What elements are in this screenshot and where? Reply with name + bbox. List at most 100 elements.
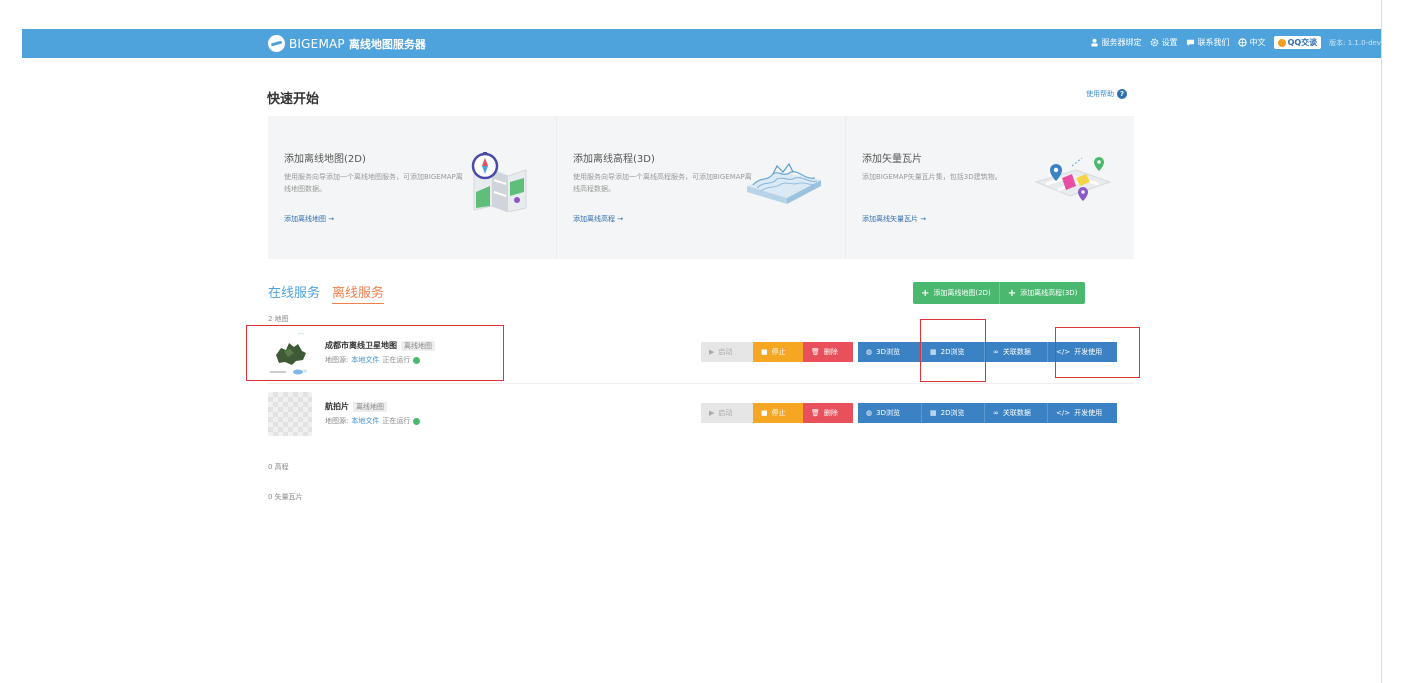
compass-map-icon xyxy=(471,152,527,212)
nav-server-bind-label: 服务器绑定 xyxy=(1101,38,1142,47)
stop-icon: ■ xyxy=(761,409,768,417)
gear-icon xyxy=(1150,38,1158,47)
stop-label: 停止 xyxy=(771,409,786,417)
list-item: 航拍片 离线地图 地图源: 本地文件 正在运行 ▶ 启动 ■ 停止 🗑 删除 ◍… xyxy=(268,392,1134,436)
status-running-icon xyxy=(413,417,421,425)
play-icon: ▶ xyxy=(709,409,715,417)
plus-icon: + xyxy=(921,287,930,299)
delete-button[interactable]: 🗑 删除 xyxy=(803,342,853,362)
question-icon: ? xyxy=(1117,89,1127,99)
source-label: 地图源: xyxy=(325,417,349,425)
help-link[interactable]: 使用帮助 ? xyxy=(1086,89,1127,99)
preview-3d-button[interactable]: ◍ 3D浏览 xyxy=(858,403,921,423)
add-map-button[interactable]: + 添加离线地图(2D) xyxy=(913,282,999,304)
top-nav: 服务器绑定 设置 联系我们 中文 QQ交谈 版本: 1.1.0-dev xyxy=(1090,36,1381,49)
elevation-count: 0 高程 xyxy=(268,463,289,471)
preview-3d-label: 3D浏览 xyxy=(876,409,900,417)
tab-offline[interactable]: 离线服务 xyxy=(332,282,385,304)
related-data-button[interactable]: ∞ 关联数据 xyxy=(984,403,1047,423)
trash-icon: 🗑 xyxy=(811,409,820,417)
nav-language[interactable]: 中文 xyxy=(1237,37,1266,48)
service-name-text: 航拍片 xyxy=(325,402,349,411)
delete-button[interactable]: 🗑 删除 xyxy=(803,403,853,423)
qq-icon xyxy=(1277,38,1286,47)
vector-count: 0 矢量瓦片 xyxy=(268,493,303,501)
globe-icon xyxy=(1237,38,1247,47)
nav-contact-label: 联系我们 xyxy=(1197,38,1230,47)
stop-button[interactable]: ■ 停止 xyxy=(753,403,803,423)
card-desc: 使用服务向导添加一个离线地图服务，可添加BIGEMAP离线地图数据。 xyxy=(284,173,463,193)
globe-icon: ◍ xyxy=(866,409,873,417)
top-bar: BIGEMAP 离线地图服务器 服务器绑定 设置 联系我们 中文 QQ交谈 版本… xyxy=(22,29,1381,58)
logo-product: 离线地图服务器 xyxy=(348,37,426,51)
add-vector-link[interactable]: 添加离线矢量瓦片 → xyxy=(862,214,926,224)
link-icon: ∞ xyxy=(993,409,999,417)
page: BIGEMAP 离线地图服务器 服务器绑定 设置 联系我们 中文 QQ交谈 版本… xyxy=(0,0,1407,683)
stop-icon: ■ xyxy=(761,348,768,356)
chat-icon xyxy=(1186,39,1194,47)
map-icon: ▦ xyxy=(930,409,937,417)
code-icon: </> xyxy=(1056,409,1071,417)
service-name: 航拍片 离线地图 xyxy=(325,401,387,412)
related-data-label: 关联数据 xyxy=(1002,348,1031,356)
tab-online[interactable]: 在线服务 xyxy=(268,282,320,304)
plus-icon: + xyxy=(1007,287,1017,299)
service-meta: 地图源: 本地文件 正在运行 xyxy=(325,416,421,426)
nav-settings-label: 设置 xyxy=(1161,38,1178,47)
add-elevation-label: 添加离线高程(3D) xyxy=(1020,289,1078,297)
preview-3d-label: 3D浏览 xyxy=(876,348,900,356)
help-label: 使用帮助 xyxy=(1086,90,1114,98)
blank-thumbnail xyxy=(268,392,312,436)
qq-chat-button[interactable]: QQ交谈 xyxy=(1273,36,1322,49)
add-map-link[interactable]: 添加离线地图 → xyxy=(284,214,334,224)
start-button[interactable]: ▶ 启动 xyxy=(701,342,753,362)
start-label: 启动 xyxy=(718,409,733,417)
source-link[interactable]: 本地文件 xyxy=(351,416,379,426)
highlight-box-service-row xyxy=(246,325,504,381)
nav-contact[interactable]: 联系我们 xyxy=(1186,37,1230,48)
card-add-elevation: 添加离线高程(3D) 使用服务向导添加一个离线高程服务，可添加BIGEMAP离线… xyxy=(557,116,846,259)
quick-start-cards: 添加离线地图(2D) 使用服务向导添加一个离线地图服务，可添加BIGEMAP离线… xyxy=(268,116,1134,259)
card-add-vector: 添加矢量瓦片 添加BIGEMAP矢量瓦片集，包括3D建筑物。 添加离线矢量瓦片 … xyxy=(846,116,1134,259)
page-title: 快速开始 xyxy=(267,92,320,107)
add-elevation-button[interactable]: + 添加离线高程(3D) xyxy=(998,282,1086,304)
trash-icon: 🗑 xyxy=(811,348,820,356)
nav-settings[interactable]: 设置 xyxy=(1150,37,1178,48)
status-text: 正在运行 xyxy=(382,417,411,425)
highlight-box-dev-use xyxy=(1055,327,1140,378)
qq-chat-label: QQ交谈 xyxy=(1287,38,1318,47)
row-divider xyxy=(268,383,1134,384)
add-map-label: 添加离线地图(2D) xyxy=(933,289,991,297)
related-data-button[interactable]: ∞ 关联数据 xyxy=(984,342,1047,362)
nav-server-bind[interactable]: 服务器绑定 xyxy=(1090,37,1142,48)
start-button[interactable]: ▶ 启动 xyxy=(701,403,753,423)
preview-2d-button[interactable]: ▦ 2D浏览 xyxy=(921,403,984,423)
service-tag: 离线地图 xyxy=(353,401,387,412)
user-bind-icon xyxy=(1090,38,1098,47)
stop-label: 停止 xyxy=(771,348,786,356)
window-edge-left xyxy=(0,0,22,683)
preview-3d-button[interactable]: ◍ 3D浏览 xyxy=(858,342,921,362)
card-desc: 使用服务向导添加一个离线高程服务，可添加BIGEMAP离线高程数据。 xyxy=(573,173,752,193)
card-add-map: 添加离线地图(2D) 使用服务向导添加一个离线地图服务，可添加BIGEMAP离线… xyxy=(268,116,557,259)
stop-button[interactable]: ■ 停止 xyxy=(753,342,803,362)
dev-use-label: 开发使用 xyxy=(1074,409,1103,417)
add-elevation-link[interactable]: 添加离线高程 → xyxy=(573,214,623,224)
nav-language-label: 中文 xyxy=(1249,38,1266,47)
add-button-group: + 添加离线地图(2D) + 添加离线高程(3D) xyxy=(913,282,1086,304)
delete-label: 删除 xyxy=(823,348,838,356)
delete-label: 删除 xyxy=(823,409,838,417)
dev-use-button[interactable]: </> 开发使用 xyxy=(1047,403,1117,423)
play-icon: ▶ xyxy=(709,348,715,356)
state-buttons: ▶ 启动 ■ 停止 🗑 删除 xyxy=(701,342,853,362)
globe-icon: ◍ xyxy=(866,348,873,356)
preview-2d-label: 2D浏览 xyxy=(940,409,965,417)
link-icon: ∞ xyxy=(993,348,999,356)
start-label: 启动 xyxy=(718,348,733,356)
logo-brand: BIGEMAP xyxy=(289,36,345,51)
terrain-icon xyxy=(747,162,821,204)
action-buttons: ◍ 3D浏览 ▦ 2D浏览 ∞ 关联数据 </> 开发使用 xyxy=(858,403,1117,423)
logo[interactable]: BIGEMAP 离线地图服务器 xyxy=(268,35,426,52)
service-tabs: 在线服务 离线服务 xyxy=(268,282,385,304)
window-edge-right xyxy=(1381,0,1407,683)
